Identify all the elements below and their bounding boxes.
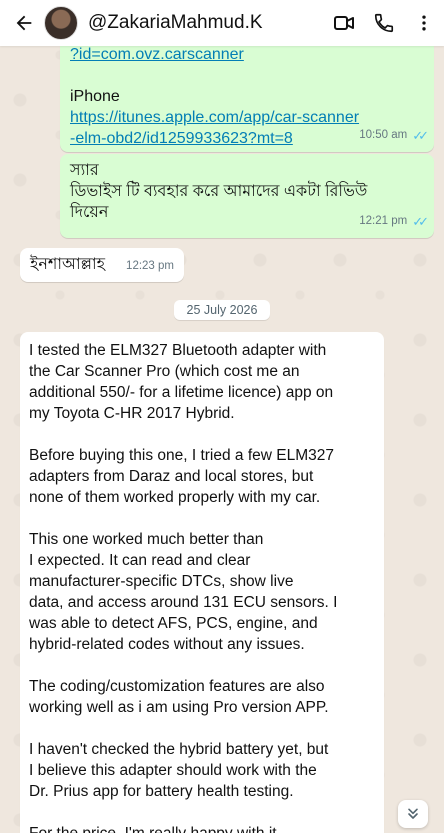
date-divider: 25 July 2026 [174,300,270,320]
avatar[interactable] [44,6,78,40]
contact-name[interactable]: @ZakariaMahmud.K [88,12,324,34]
message-text: ডিভাইস টি ব্যবহার করে আমাদের একটা রিভিউ [70,183,368,200]
message-line: I believe this adapter should work with … [29,762,317,779]
message-time: 12:23 pm [126,260,174,272]
message-line: This one worked much better than [29,531,264,548]
message-line: was able to detect AFS, PCS, engine, and [29,615,318,632]
message-line: I expected. It can read and clear [29,552,251,569]
message-line: hybrid-related codes without any issues. [29,636,305,653]
message-paragraph: I tested the ELM327 Bluetooth adapter wi… [29,340,374,424]
video-call-icon [334,16,354,30]
message-line: data, and access around 131 ECU sensors.… [29,594,338,611]
video-call-button[interactable] [324,0,364,46]
message-line: The coding/customization features are al… [29,678,325,695]
message-line: I tested the ELM327 Bluetooth adapter wi… [29,342,327,359]
message-meta: 10:50 am ✓✓ [359,125,429,146]
message-time: 10:50 am [359,129,408,141]
message-paragraph: Before buying this one, I tried a few EL… [29,445,374,508]
message-line: adapters from Daraz and local stores, bu… [29,468,314,485]
message-line: manufacturer-specific DTCs, show live [29,573,294,590]
message-label: iPhone [70,88,120,105]
more-options-button[interactable] [404,0,444,46]
message-meta: 12:23 pm [126,256,174,277]
message-line: my Toyota C-HR 2017 Hybrid. [29,405,235,422]
message-line: the Car Scanner Pro (which cost me an [29,363,300,380]
chat-header: @ZakariaMahmud.K [0,0,444,46]
double-check-icon: ✓✓ [412,214,429,229]
phone-icon [374,13,394,33]
incoming-message[interactable]: I tested the ELM327 Bluetooth adapter wi… [20,332,384,833]
back-button[interactable] [4,0,44,46]
link-text[interactable]: ?id=com.ovz.carscanner [70,44,424,65]
message-paragraph: I haven't checked the hybrid battery yet… [29,739,374,802]
message-line: I haven't checked the hybrid battery yet… [29,741,329,758]
outgoing-message[interactable]: ?id=com.ovz.carscanner iPhone https://it… [60,38,434,152]
message-paragraph: For the price, I'm really happy with it. [29,823,374,833]
message-line: Dr. Prius app for battery health testing… [29,783,294,800]
double-check-icon: ✓✓ [412,128,429,143]
message-text: স্যার [70,162,99,179]
message-line: additional 550/- for a lifetime licence)… [29,384,334,401]
message-line: none of them worked properly with my car… [29,489,321,506]
outgoing-message[interactable]: স্যার ডিভাইস টি ব্যবহার করে আমাদের একটা … [60,154,434,238]
message-paragraph: The coding/customization features are al… [29,676,374,718]
message-paragraph: This one worked much better than I expec… [29,529,374,655]
message-line: For the price, I'm really happy with it. [29,823,374,833]
back-arrow-icon [16,15,32,31]
message-line: Before buying this one, I tried a few EL… [29,447,335,464]
message-meta: 12:21 pm ✓✓ [359,211,429,232]
incoming-message[interactable]: ইনশাআল্লাহ 12:23 pm [20,248,184,282]
message-time: 12:21 pm [359,215,408,227]
more-vert-icon [422,15,426,31]
message-line: working well as i am using Pro version A… [29,699,329,716]
scroll-to-bottom-button[interactable] [398,800,428,828]
voice-call-button[interactable] [364,0,404,46]
double-chevron-down-icon [408,808,418,819]
